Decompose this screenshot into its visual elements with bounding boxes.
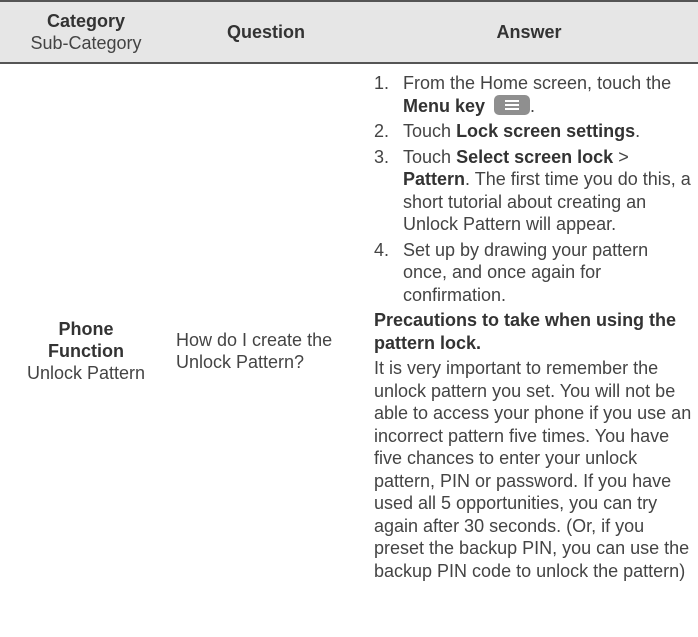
faq-table: Category Sub-Category Question Answer Ph…	[0, 0, 698, 637]
header-answer-cell: Answer	[360, 2, 698, 62]
header-category: Category	[46, 11, 126, 31]
step-bold-text: Lock screen settings	[456, 121, 636, 141]
step-bold-text: Menu key	[403, 95, 486, 116]
step-text-end: .	[635, 121, 641, 141]
category-cell: Phone Function Unlock Pattern	[0, 64, 172, 637]
step-text: Touch	[403, 121, 452, 141]
row-question: How do I create the Unlock Pattern?	[176, 329, 333, 372]
step-1: 1. From the Home screen, touch the Menu …	[374, 72, 693, 117]
table-row: Phone Function Unlock Pattern How do I c…	[0, 64, 698, 637]
step-text: Set up by drawing your pattern once, and…	[403, 239, 649, 305]
header-sub-category: Sub-Category	[30, 33, 142, 53]
step-number: 2.	[374, 121, 390, 141]
precaution-title: Precautions to take when using the patte…	[374, 310, 677, 353]
step-number: 4.	[374, 239, 390, 260]
step-4: 4. Set up by drawing your pattern once, …	[374, 239, 693, 307]
step-bold-text-2: Pattern	[403, 169, 466, 189]
header-question: Question	[226, 22, 305, 42]
step-bold-text: Select screen lock	[456, 146, 614, 167]
row-category: Phone Function	[48, 318, 124, 361]
question-cell: How do I create the Unlock Pattern?	[172, 64, 360, 637]
step-number: 3.	[374, 146, 390, 167]
menu-key-icon	[494, 94, 531, 115]
answer-cell: 1. From the Home screen, touch the Menu …	[374, 72, 693, 582]
header-category-cell: Category Sub-Category	[0, 2, 172, 62]
header-answer: Answer	[496, 22, 562, 42]
step-text-end: .	[530, 95, 536, 116]
step-text: From the Home screen, touch the	[403, 73, 672, 93]
table-header: Category Sub-Category Question Answer	[0, 0, 698, 64]
step-separator: >	[618, 146, 629, 167]
row-sub-category: Unlock Pattern	[26, 362, 146, 383]
precaution-body: It is very important to remember the unl…	[374, 358, 692, 581]
step-number: 1.	[374, 73, 390, 93]
header-question-cell: Question	[172, 2, 360, 62]
step-3: 3. Touch Select screen lock > Pattern. T…	[374, 146, 693, 236]
step-2: 2. Touch Lock screen settings.	[374, 120, 693, 143]
step-text: Touch	[403, 146, 452, 167]
